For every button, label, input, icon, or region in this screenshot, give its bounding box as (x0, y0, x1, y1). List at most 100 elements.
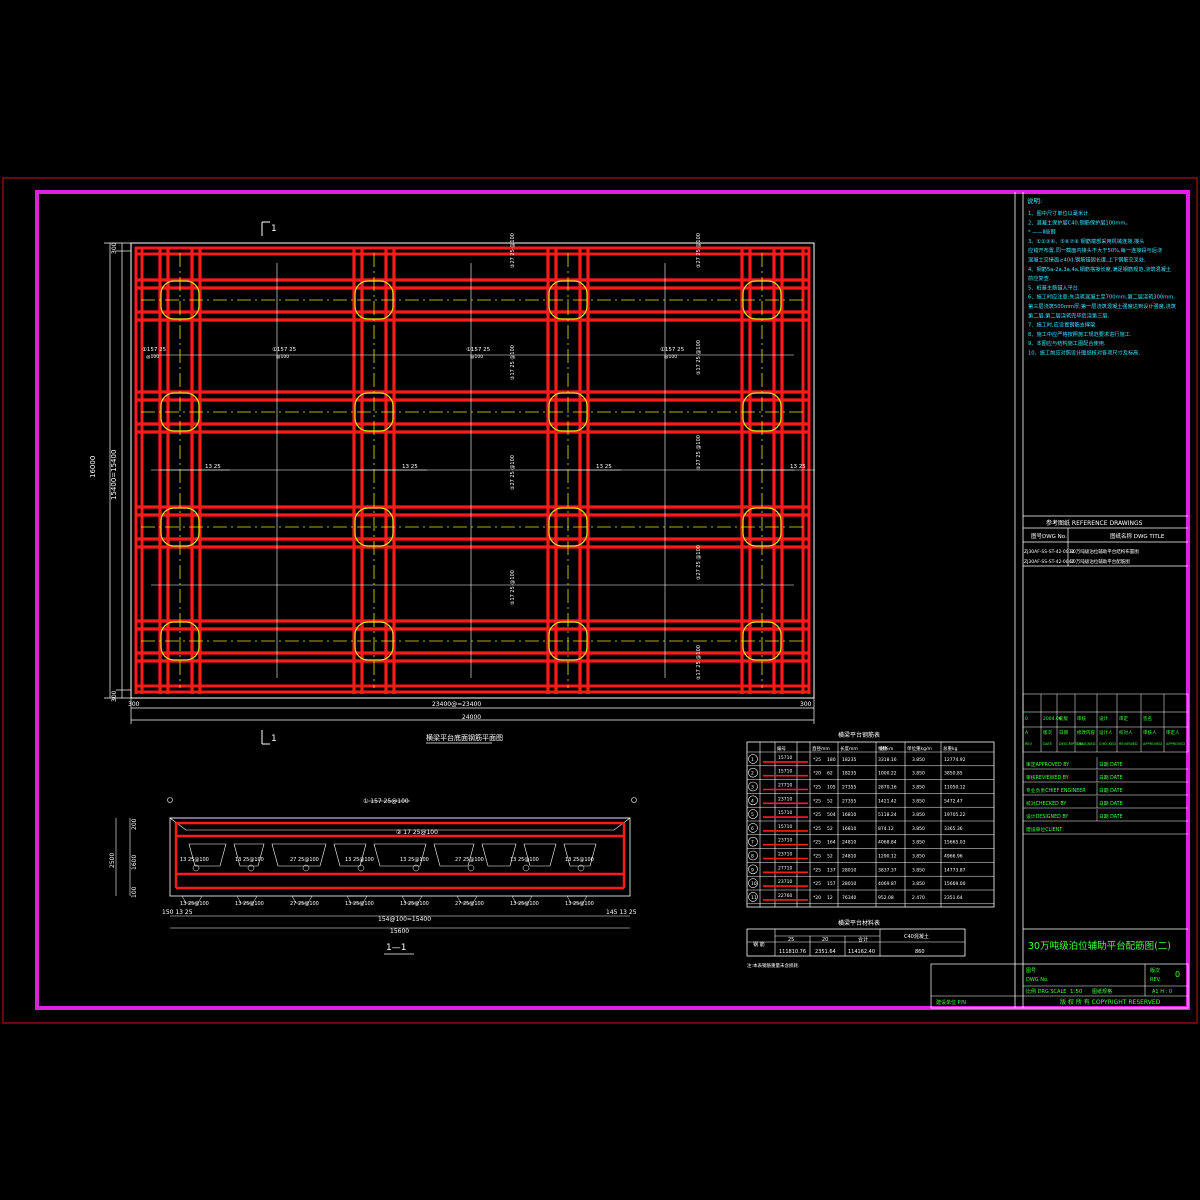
rebar-length-shape: 15710 (778, 810, 792, 816)
reference-col1: 图号DWG No. (1031, 532, 1067, 540)
bottom-left-label: 建设单位 P/N (936, 999, 966, 1006)
rebar-total-length: 2870.16 (878, 785, 897, 791)
rebar-total-weight: 12774.92 (944, 757, 966, 763)
rebar-length: 27355 (842, 785, 856, 791)
section-stirrup-label-bottom: 13 25@100 (565, 901, 594, 907)
revision-row2-cell: 审定人 (1166, 729, 1180, 736)
rebar-table-header: 长度mm (840, 745, 858, 752)
section-stirrup-label-top: 27 25@100 (455, 857, 484, 863)
rebar-total-weight: 19705.22 (944, 812, 966, 818)
rebar-total-length: 1421.42 (878, 798, 897, 804)
rebar-mark: 4 (751, 798, 754, 804)
rebar-length: 16810 (842, 826, 856, 832)
section-title: 1—1 (386, 943, 406, 953)
plan-dim-bottom-left: 300 (128, 701, 140, 708)
rebar-unit-weight: 2.470 (912, 895, 925, 901)
material-value-20: 2351.64 (815, 949, 836, 955)
rebar-table-header: 编号 (777, 745, 786, 752)
rebar-total-weight: 2351.64 (944, 895, 963, 901)
section-bar-circle (467, 864, 475, 872)
signature-date-label: 日期 DATE (1099, 775, 1123, 781)
section-dim-left-bottom: 100 (131, 886, 138, 898)
rebar-length: 18235 (842, 757, 856, 763)
section-dim-corner-right: 145 13 25 (606, 909, 637, 916)
section-axis-bubble (167, 797, 173, 803)
note-line: 第二层,第二层浇筑完毕后浇第三层. (1028, 311, 1109, 319)
rebar-table-title: 横梁平台钢筋表 (838, 731, 880, 739)
notes-body: 1、图中尺寸单位以毫米计.2、混凝土保护层C40,钢筋保护层100mm。 * —… (1028, 209, 1177, 357)
rebar-diameter: *20 (813, 771, 821, 777)
plan-dim-bottom-right: 300 (800, 701, 812, 708)
note-line: 7、施工时,应设置钢筋支撑架. (1028, 321, 1097, 329)
rebar-mark: 9 (751, 867, 754, 873)
material-header-concrete: C40混凝土 (904, 933, 929, 940)
rebar-unit-weight: 3.850 (912, 757, 925, 763)
dwg-no-label: 图号 (1026, 968, 1036, 974)
plan-bar-label: ①157 25 (272, 347, 297, 353)
plan-bar-label-v: ②17 25 @100 (510, 345, 516, 380)
section-stirrup-label-bottom: 13 25@100 (510, 901, 539, 907)
section-axis-bubble (631, 797, 637, 803)
material-table: 横梁平台材料表 钢 筋 25 20 合计 C40混凝土 111810.76 23… (746, 919, 966, 969)
rebar-length-shape: 23710 (778, 852, 792, 858)
rebar-count: 12 (827, 895, 833, 901)
rebar-unit-weight: 3.850 (912, 826, 925, 832)
note-line: * ——Ⅱ级钢 (1028, 228, 1056, 236)
rebar-count: 504 (827, 812, 836, 818)
rebar-mark: 11 (751, 895, 757, 901)
plan-dim-left-bottom: 300 (111, 690, 118, 702)
revision-row1-cell: 0 (1025, 716, 1028, 722)
rebar-diameter: *25 (813, 867, 821, 873)
rebar-diameter: *25 (813, 826, 821, 832)
plan-bar-label-v: ②17 25 @100 (510, 570, 516, 605)
revision-row3-cell: DESIGNED (1077, 742, 1096, 746)
note-line: 6、施工时应注意:先浇筑混凝土至700mm,第二层浇筑300mm, (1028, 293, 1175, 301)
section-cut-label-bottom: 1 (271, 734, 277, 744)
rebar-mark: 5 (751, 812, 754, 818)
rebar-total-length: 4069.87 (878, 881, 897, 887)
rebar-count: 52 (827, 798, 833, 804)
rebar-length: 27355 (842, 798, 856, 804)
plan-dim-bottom-sub: 23400@=23400 (432, 701, 481, 708)
material-note: 注:本表钢筋重量未含损耗. (747, 962, 799, 969)
rebar-unit-weight: 3.850 (912, 771, 925, 777)
revision-row1-cell: 签名 (1143, 715, 1152, 722)
rebar-table-body: 编号 直径mm 长度mm 根数总长m 单位重kg/m 总重kg1 15710 *25 180 18… (747, 742, 994, 907)
rebar-length-shape: 23710 (778, 796, 792, 802)
rebar-mark: 1 (751, 757, 754, 763)
section-dim-left-mid: 1600 (131, 855, 138, 870)
revision-row3-cell: CHECKED (1099, 742, 1116, 746)
section-second-bar-label: ② 17 25@100 (396, 829, 438, 836)
revision-row2-cell: 设计人 (1099, 729, 1113, 736)
drawing-canvas: 1 1 16000 15400=15400 300 300 300 300 23… (2, 177, 1198, 1024)
signature-label: 审定APPROVED BY (1026, 761, 1069, 768)
section-top-bar-label: ① 157 25@100 (363, 798, 409, 805)
rebar-count: 137 (827, 867, 836, 873)
note-line: 第三层浇筑500mm厚;第一层浇筑混凝土强度达到设计强度,浇筑 (1028, 302, 1177, 310)
note-line: 9、本图应与结构施工图配合使用. (1028, 339, 1106, 347)
rev-en: REV. (1150, 977, 1161, 983)
material-row-label: 钢 筋 (753, 941, 765, 948)
rebar-length-shape: 27710 (778, 865, 792, 871)
revision-row2-cell: 日期 (1059, 730, 1068, 736)
rebar-mark: 8 (751, 854, 754, 860)
note-line: 10、施工前应对照设计图纸核对各项尺寸及标高. (1028, 349, 1140, 357)
rebar-total-weight: 3850.85 (944, 771, 963, 777)
section-bar-circle (357, 864, 365, 872)
note-line: 应错开布置,同一截面内接头不大于50%,每一连接段与后浇 (1028, 246, 1162, 254)
signature-label: 专业负责CHIEF ENGINEER (1026, 787, 1086, 794)
section-stirrup-label-top: 13 25@100 (235, 857, 264, 863)
plan-bar-label-v: ②27 25 @100 (696, 233, 702, 268)
rebar-diameter: *25 (813, 881, 821, 887)
section-stirrup-group: 13 25@100 13 25@100 27 25@100 13 25@100 13 2… (167, 797, 637, 907)
material-header-25: 25 (788, 937, 794, 943)
section-dim-bottom-sub: 154@100=15400 (378, 916, 431, 923)
material-header-20: 20 (822, 937, 828, 943)
section-dim-bottom-total: 15600 (390, 928, 409, 935)
rebar-length-shape: 23710 (778, 879, 792, 885)
title-column: 说明: 1、图中尺寸单位以毫米计.2、混凝土保护层C40,钢筋保护层100mm。… (930, 192, 1189, 1009)
signature-label: 审核REVIEWED BY (1026, 774, 1069, 781)
rebar-total-weight: 3365.36 (944, 826, 963, 832)
rebar-unit-weight: 3.850 (912, 798, 925, 804)
notes-heading: 说明: (1027, 196, 1042, 205)
